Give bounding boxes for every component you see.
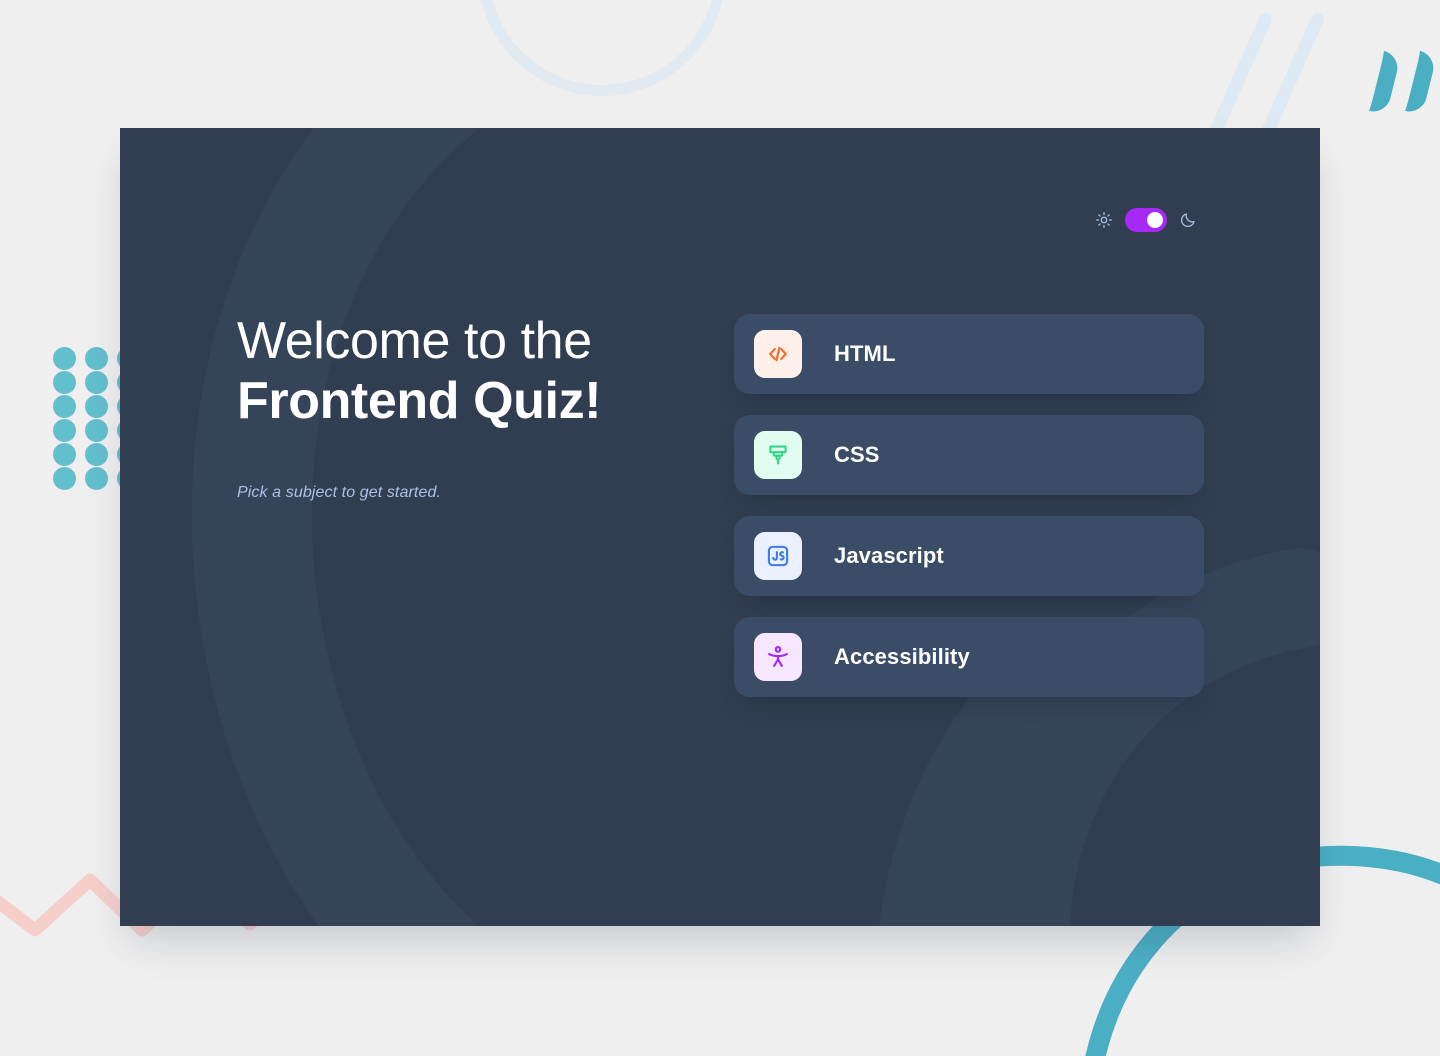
quote-marks-decoration [1368,48,1440,158]
theme-switch-toggle[interactable] [1125,208,1167,232]
dot [53,347,76,370]
dot [85,371,108,394]
dot [53,371,76,394]
dot [85,395,108,418]
dot [53,443,76,466]
quiz-welcome-card: Welcome to the Frontend Quiz! Pick a sub… [120,128,1320,926]
intro-subtitle: Pick a subject to get started. [237,483,441,501]
subject-label: HTML [834,341,896,366]
dot [85,419,108,442]
dot [85,443,108,466]
circle-outline-decoration [478,0,726,96]
subject-button-accessibility[interactable]: Accessibility [734,617,1204,697]
theme-switch-knob [1147,212,1163,228]
subject-label: Accessibility [834,644,970,669]
dot [85,467,108,490]
page-title: Frontend Quiz! [237,372,602,431]
css-paintbrush-icon [754,431,802,479]
dot [85,347,108,370]
intro-block: Welcome to the Frontend Quiz! Pick a sub… [237,313,717,502]
quote-stroke [1368,50,1402,116]
subject-button-javascript[interactable]: Javascript [734,516,1204,596]
subject-button-css[interactable]: CSS [734,415,1204,495]
dot [53,467,76,490]
html-code-icon [754,330,802,378]
quote-stroke [1404,50,1438,116]
accessibility-person-icon [754,633,802,681]
subject-label: Javascript [834,543,944,568]
dot [53,419,76,442]
dot [53,395,76,418]
sun-icon [1095,211,1113,229]
javascript-js-icon [754,532,802,580]
subject-label: CSS [834,442,880,467]
subject-button-html[interactable]: HTML [734,314,1204,394]
theme-toggle-group[interactable] [1095,208,1197,232]
moon-icon [1179,211,1197,229]
welcome-line: Welcome to the [237,312,592,370]
page-root: Welcome to the Frontend Quiz! Pick a sub… [0,0,1440,1056]
subject-list: HTML CSS Javascript Accessibility [734,314,1204,697]
